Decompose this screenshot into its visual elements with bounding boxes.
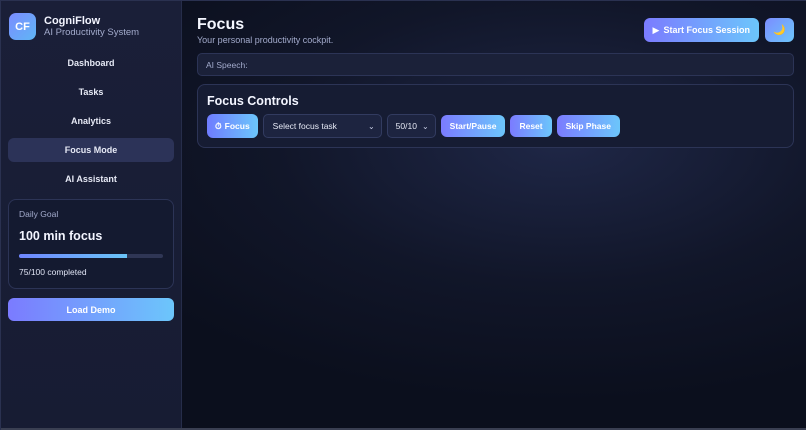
- ai-speech-label: AI Speech:: [206, 59, 248, 70]
- moon-icon: 🌙: [773, 24, 786, 36]
- start-focus-session-label: Start Focus Session: [663, 25, 750, 35]
- sidebar: CF CogniFlow AI Productivity System Dash…: [1, 1, 182, 430]
- theme-toggle-button[interactable]: 🌙: [765, 18, 794, 42]
- skip-phase-button[interactable]: Skip Phase: [556, 115, 620, 137]
- page-title: Focus: [197, 16, 245, 33]
- start-focus-session-button[interactable]: ▶ Start Focus Session: [643, 18, 759, 42]
- brand: CF CogniFlow AI Productivity System: [8, 13, 174, 40]
- chevron-down-icon: ⌄: [367, 121, 375, 131]
- play-icon: ▶: [652, 24, 660, 35]
- reset-button[interactable]: Reset: [510, 115, 552, 137]
- daily-goal-progress-fill: [19, 254, 127, 258]
- daily-goal-progress-bar: [19, 254, 163, 258]
- focus-task-select[interactable]: Select focus task ⌄: [262, 114, 382, 138]
- sidebar-item-analytics[interactable]: Analytics: [8, 109, 174, 133]
- focus-mode-button[interactable]: ⏱ Focus: [207, 114, 258, 138]
- sidebar-item-ai-assistant[interactable]: AI Assistant: [8, 167, 174, 191]
- focus-controls-card: Focus Controls ⏱ Focus Select focus task…: [197, 84, 794, 148]
- sidebar-item-focus-mode[interactable]: Focus Mode: [8, 138, 174, 162]
- daily-goal-progress-text: 75/100 completed: [19, 267, 87, 277]
- page-subtitle: Your personal productivity cockpit.: [197, 35, 334, 45]
- app-window: CF CogniFlow AI Productivity System Dash…: [0, 0, 806, 430]
- focus-task-select-value: Select focus task: [272, 121, 337, 131]
- duration-select-value: 50/10: [395, 121, 417, 131]
- header-actions: ▶ Start Focus Session 🌙: [643, 18, 794, 42]
- load-demo-button[interactable]: Load Demo: [8, 298, 174, 321]
- focus-controls-row: ⏱ Focus Select focus task ⌄ 50/10 ⌄ Star…: [207, 114, 784, 138]
- page-header: Focus Your personal productivity cockpit…: [197, 16, 794, 45]
- duration-select[interactable]: 50/10 ⌄: [386, 114, 436, 138]
- daily-goal-value: 100 min focus: [19, 229, 103, 243]
- daily-goal-label: Daily Goal: [19, 209, 59, 219]
- start-pause-button[interactable]: Start/Pause: [440, 115, 506, 137]
- brand-subtitle: AI Productivity System: [44, 26, 140, 38]
- logo: CF: [9, 13, 36, 40]
- timer-icon: ⏱: [215, 120, 222, 131]
- brand-name: CogniFlow: [44, 14, 101, 27]
- daily-goal-card: Daily Goal 100 min focus 75/100 complete…: [8, 199, 174, 289]
- ai-speech-bar: AI Speech:: [197, 53, 794, 76]
- main-content: Focus Your personal productivity cockpit…: [182, 1, 806, 430]
- sidebar-item-tasks[interactable]: Tasks: [8, 80, 174, 104]
- focus-mode-label: Focus: [224, 121, 250, 131]
- sidebar-item-dashboard[interactable]: Dashboard: [8, 51, 174, 75]
- focus-controls-title: Focus Controls: [207, 94, 299, 108]
- chevron-down-icon: ⌄: [421, 121, 429, 131]
